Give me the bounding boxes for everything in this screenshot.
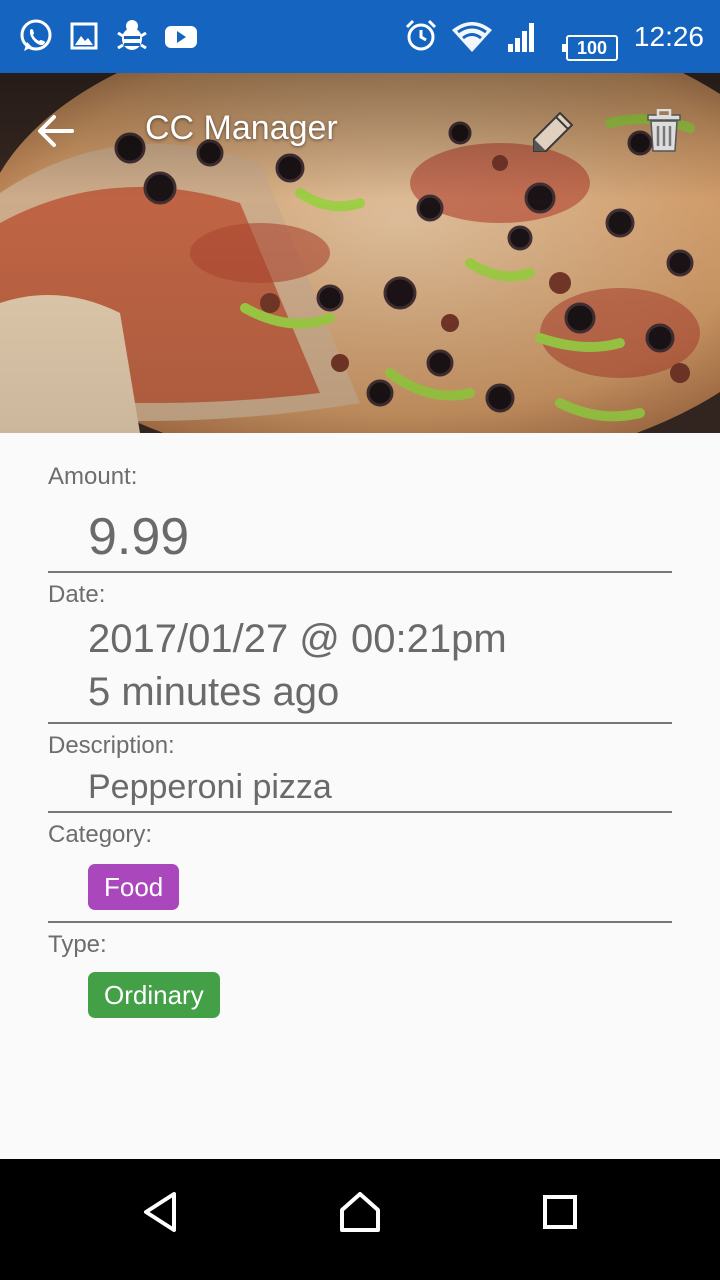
- trash-icon[interactable]: [646, 109, 682, 153]
- home-icon[interactable]: [338, 1190, 382, 1234]
- status-time: 12:26: [633, 21, 704, 52]
- app-title: CC Manager: [145, 109, 338, 147]
- amount-label: Amount:: [48, 463, 138, 490]
- date-field: Date: 2017/01/27 @ 00:21pm 5 minutes ago: [48, 573, 672, 724]
- back-triangle-icon[interactable]: [140, 1190, 180, 1234]
- whatsapp-icon: [20, 19, 52, 51]
- pizza-photo: [0, 73, 720, 433]
- category-label: Category:: [48, 821, 153, 848]
- status-bar: 100 12:26: [0, 0, 720, 73]
- type-chip: Ordinary: [88, 972, 220, 1018]
- gallery-icon: [70, 22, 98, 50]
- type-field: Type: Ordinary: [48, 923, 672, 1033]
- amount-field: Amount: 9.99: [48, 433, 672, 573]
- details-panel: Amount: 9.99 Date: 2017/01/27 @ 00:21pm …: [48, 433, 672, 1033]
- header-image: CC Manager: [0, 73, 720, 433]
- wifi-icon: [452, 22, 492, 52]
- description-value: Pepperoni pizza: [88, 768, 332, 806]
- alarm-icon: [405, 19, 437, 51]
- description-field: Description: Pepperoni pizza: [48, 724, 672, 813]
- amount-value: 9.99: [88, 508, 190, 566]
- description-label: Description:: [48, 732, 175, 759]
- type-label: Type:: [48, 931, 107, 958]
- signal-icon: [508, 23, 534, 52]
- navigation-bar: [0, 1159, 720, 1280]
- back-arrow-icon[interactable]: [36, 113, 76, 149]
- category-field: Category: Food: [48, 813, 672, 923]
- date-label: Date:: [48, 581, 106, 608]
- date-relative: 5 minutes ago: [88, 670, 340, 714]
- bug-icon: [117, 20, 147, 50]
- date-value: 2017/01/27 @ 00:21pm: [88, 617, 507, 661]
- battery-icon: 100: [562, 35, 618, 61]
- pencil-icon[interactable]: [532, 109, 576, 153]
- category-chip: Food: [88, 864, 180, 910]
- recents-icon[interactable]: [542, 1190, 578, 1234]
- youtube-icon: [165, 26, 197, 48]
